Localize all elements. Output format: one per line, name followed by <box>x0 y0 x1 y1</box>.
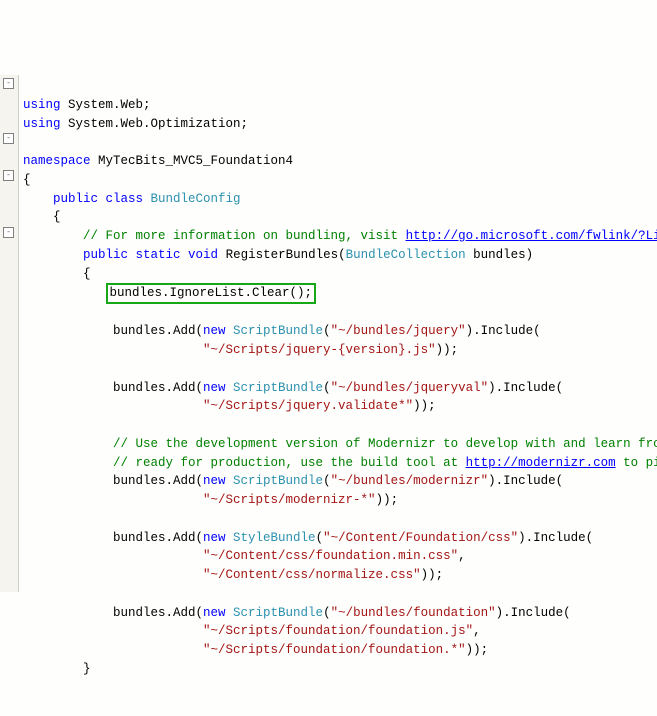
keyword: new <box>203 606 226 620</box>
string: "~/bundles/jqueryval" <box>331 381 489 395</box>
keyword: new <box>203 381 226 395</box>
type: StyleBundle <box>226 531 316 545</box>
code-line: // ready for production, use the build t… <box>23 454 657 473</box>
fold-toggle[interactable]: - <box>3 133 14 144</box>
code-line: using System.Web.Optimization; <box>23 115 657 134</box>
string: "~/Content/Foundation/css" <box>323 531 518 545</box>
code-line: public class BundleConfig <box>23 190 657 209</box>
code-line: // Use the development version of Modern… <box>23 435 657 454</box>
string: "~/bundles/modernizr" <box>331 474 489 488</box>
type: ScriptBundle <box>226 324 324 338</box>
code-line <box>23 510 657 529</box>
string: "~/Scripts/jquery.validate*" <box>203 399 413 413</box>
string: "~/bundles/jquery" <box>331 324 466 338</box>
fold-toggle[interactable]: - <box>3 78 14 89</box>
type: ScriptBundle <box>226 606 324 620</box>
code-line: bundles.Add(new ScriptBundle("~/bundles/… <box>23 322 657 341</box>
code-line: bundles.IgnoreList.Clear(); <box>23 283 657 303</box>
code-line <box>23 416 657 435</box>
fold-toggle[interactable]: - <box>3 170 14 181</box>
string: "~/Scripts/jquery-{version}.js" <box>203 343 436 357</box>
code-line: bundles.Add(new StyleBundle("~/Content/F… <box>23 529 657 548</box>
code-line: "~/Scripts/jquery-{version}.js")); <box>23 341 657 360</box>
fold-toggle[interactable]: - <box>3 227 14 238</box>
code-line: bundles.Add(new ScriptBundle("~/bundles/… <box>23 472 657 491</box>
string: "~/bundles/foundation" <box>331 606 496 620</box>
code-area[interactable]: using System.Web;using System.Web.Optimi… <box>19 75 657 592</box>
comment-link[interactable]: http://go.microsoft.com/fwlink/?LinkId=3… <box>406 229 657 243</box>
code-line: // For more information on bundling, vis… <box>23 227 657 246</box>
code-line <box>23 585 657 604</box>
code-line: { <box>23 208 657 227</box>
code-line <box>23 133 657 152</box>
comment: // For more information on bundling, vis… <box>23 229 406 243</box>
keyword: public <box>23 248 128 262</box>
string: "~/Scripts/modernizr-*" <box>203 493 376 507</box>
keyword: class <box>98 192 143 206</box>
keyword: static <box>128 248 181 262</box>
code-editor: - - - - using System.Web;using System.We… <box>0 75 657 592</box>
code-line: namespace MyTecBits_MVC5_Foundation4 <box>23 152 657 171</box>
code-line: "~/Scripts/modernizr-*")); <box>23 491 657 510</box>
code-line: "~/Scripts/jquery.validate*")); <box>23 397 657 416</box>
keyword: new <box>203 474 226 488</box>
code-line: { <box>23 171 657 190</box>
comment: // Use the development version of Modern… <box>23 437 657 451</box>
type: ScriptBundle <box>226 474 324 488</box>
comment: to pick only <box>616 456 657 470</box>
keyword: new <box>203 531 226 545</box>
code-line: { <box>23 265 657 284</box>
code-line: bundles.Add(new ScriptBundle("~/bundles/… <box>23 604 657 623</box>
code-line: "~/Content/css/foundation.min.css", <box>23 547 657 566</box>
code-line: "~/Scripts/foundation/foundation.js", <box>23 622 657 641</box>
code-line: bundles.Add(new ScriptBundle("~/bundles/… <box>23 379 657 398</box>
keyword: namespace <box>23 154 91 168</box>
type: BundleCollection <box>346 248 466 262</box>
keyword: void <box>181 248 219 262</box>
keyword: new <box>203 324 226 338</box>
code-line <box>23 304 657 323</box>
code-line: } <box>23 660 657 679</box>
type: BundleConfig <box>143 192 241 206</box>
code-line: "~/Scripts/foundation/foundation.*")); <box>23 641 657 660</box>
string: "~/Scripts/foundation/foundation.js" <box>203 624 473 638</box>
code-line: public static void RegisterBundles(Bundl… <box>23 246 657 265</box>
string: "~/Content/css/foundation.min.css" <box>203 549 458 563</box>
string: "~/Content/css/normalize.css" <box>203 568 421 582</box>
comment-link[interactable]: http://modernizr.com <box>466 456 616 470</box>
fold-gutter: - - - - <box>0 75 19 592</box>
highlighted-code: bundles.IgnoreList.Clear(); <box>106 283 317 303</box>
string: "~/Scripts/foundation/foundation.*" <box>203 643 466 657</box>
code-line <box>23 360 657 379</box>
code-line: using System.Web; <box>23 96 657 115</box>
type: ScriptBundle <box>226 381 324 395</box>
keyword: public <box>23 192 98 206</box>
comment: // ready for production, use the build t… <box>23 456 466 470</box>
code-line: "~/Content/css/normalize.css")); <box>23 566 657 585</box>
